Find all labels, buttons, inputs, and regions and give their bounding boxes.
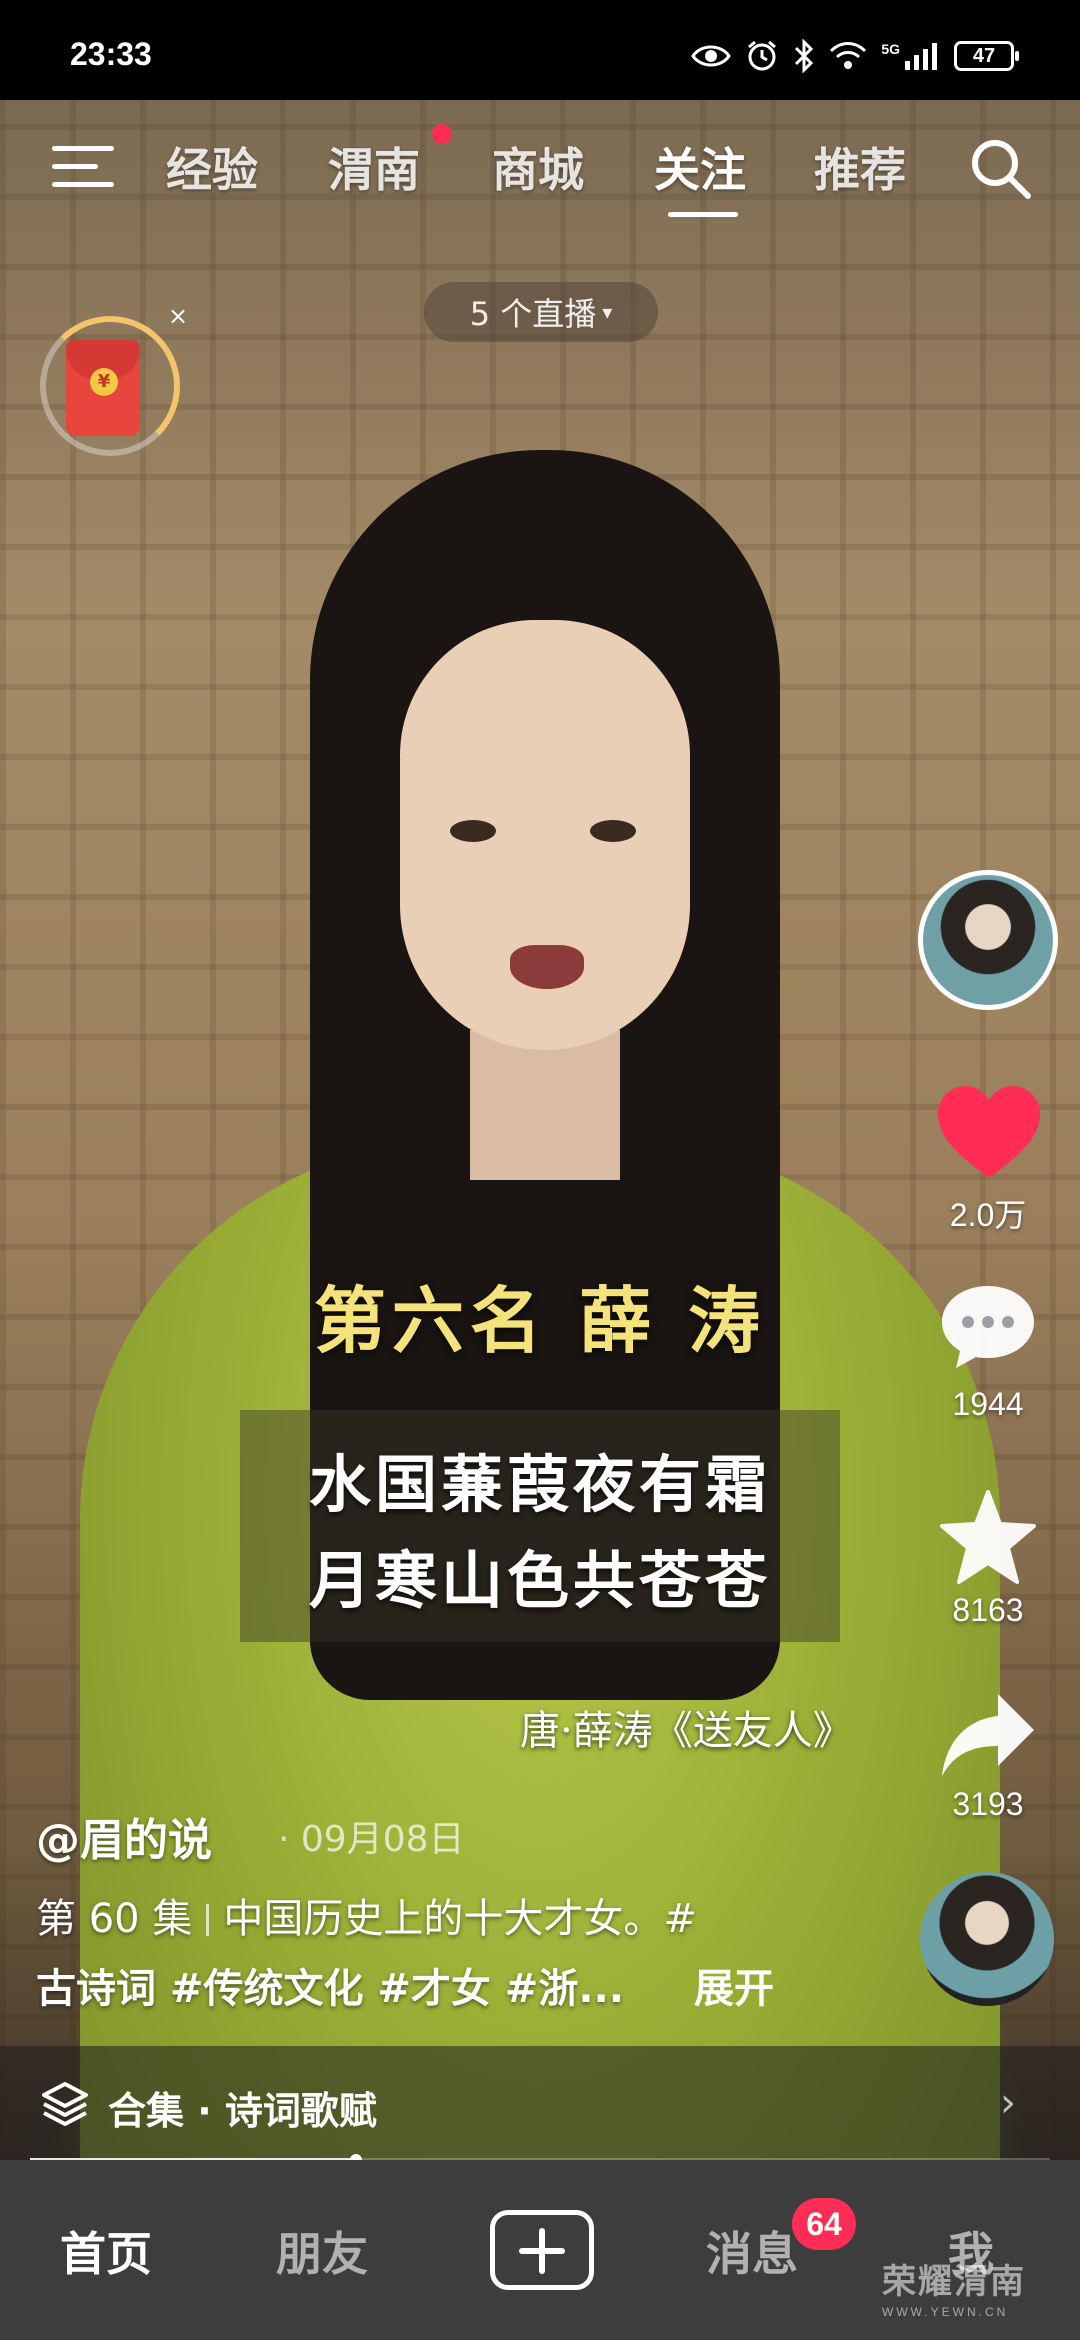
layers-icon xyxy=(42,2082,88,2126)
description-text: 中国历史上的十大才女。# xyxy=(223,1896,697,1942)
battery-level: 47 xyxy=(972,44,996,67)
video-subject-face xyxy=(400,620,690,1050)
poem-line-1: 水国蒹葭夜有霜 xyxy=(308,1448,771,1521)
watermark-main: 荣耀渭南 xyxy=(882,2262,1026,2302)
notification-dot xyxy=(432,124,452,144)
chevron-right-icon: › xyxy=(1000,2080,1016,2126)
like-count: 2.0万 xyxy=(949,1197,1027,1233)
search-icon[interactable] xyxy=(968,136,1032,200)
battery-icon: 47 xyxy=(954,41,1019,71)
heart-icon[interactable] xyxy=(936,1084,1042,1182)
expand-button[interactable]: 展开 xyxy=(694,1956,774,2014)
add-button[interactable] xyxy=(490,2210,594,2290)
tab-friends[interactable]: 朋友 xyxy=(276,2218,368,2284)
music-disc-avatar[interactable] xyxy=(920,1872,1054,2006)
status-bar: 23:33 5G 47 xyxy=(0,0,1080,100)
red-packet-icon: ¥ xyxy=(66,340,140,436)
collection-label: 合集 · 诗词歌赋 xyxy=(108,2089,377,2133)
tab-home[interactable]: 首页 xyxy=(60,2218,152,2284)
favorite-count: 8163 xyxy=(952,1592,1024,1628)
live-count-label: 5 个直播 xyxy=(469,295,597,333)
close-icon[interactable]: × xyxy=(168,302,188,330)
tab-mall[interactable]: 商城 xyxy=(492,134,584,200)
live-count-pill[interactable]: 5 个直播 ▾ xyxy=(424,282,658,342)
post-date: · 09月08日 xyxy=(278,1819,465,1860)
alarm-icon xyxy=(748,40,777,71)
eye-icon xyxy=(691,45,732,67)
message-badge: 64 xyxy=(792,2198,856,2250)
hashtags[interactable]: 古诗词 #传统文化 #才女 #浙... xyxy=(36,1956,624,2014)
tab-experience[interactable]: 经验 xyxy=(166,134,258,200)
tab-recommend[interactable]: 推荐 xyxy=(814,134,906,200)
signal-icon xyxy=(905,43,937,70)
status-icons: 5G 47 xyxy=(691,36,1019,76)
tab-following[interactable]: 关注 xyxy=(654,134,746,200)
author-avatar[interactable] xyxy=(918,870,1058,1010)
caret-down-icon: ▾ xyxy=(602,300,613,324)
comment-count: 1944 xyxy=(952,1386,1024,1422)
share-icon[interactable] xyxy=(938,1690,1038,1780)
watermark-sub: WWW.YEWN.CN xyxy=(882,2305,1009,2319)
tab-messages[interactable]: 消息 xyxy=(706,2218,798,2284)
post-description: 第 60 集中国历史上的十大才女。# xyxy=(36,1886,697,1944)
mouth xyxy=(510,945,584,989)
bluetooth-icon xyxy=(795,39,814,73)
network-type: 5G xyxy=(881,41,900,57)
eye-left xyxy=(450,820,496,842)
coin-icon: ¥ xyxy=(90,368,118,396)
video-caption-title: 第六名 薛 涛 xyxy=(313,1278,767,1363)
site-watermark: 荣耀渭南 WWW.YEWN.CN xyxy=(882,2254,1026,2319)
status-time: 23:33 xyxy=(70,36,152,72)
episode-label: 第 60 集 xyxy=(36,1896,193,1942)
red-packet-widget[interactable]: ¥ xyxy=(40,316,180,456)
share-count: 3193 xyxy=(952,1786,1024,1822)
active-tab-indicator xyxy=(668,212,738,217)
separator xyxy=(206,1904,210,1936)
tab-weinan[interactable]: 渭南 xyxy=(328,134,420,200)
collection-bar[interactable]: 合集 · 诗词歌赋 › xyxy=(0,2046,1080,2160)
star-icon[interactable] xyxy=(938,1488,1038,1588)
poem-source: 唐·薛涛《送友人》 xyxy=(520,1708,853,1754)
wifi-icon xyxy=(830,42,867,69)
author-name[interactable]: @眉的说 xyxy=(36,1804,212,1868)
eye-right xyxy=(590,820,636,842)
video-subject-neck xyxy=(470,1030,620,1180)
comment-icon[interactable] xyxy=(938,1282,1038,1372)
menu-icon[interactable] xyxy=(52,142,114,192)
